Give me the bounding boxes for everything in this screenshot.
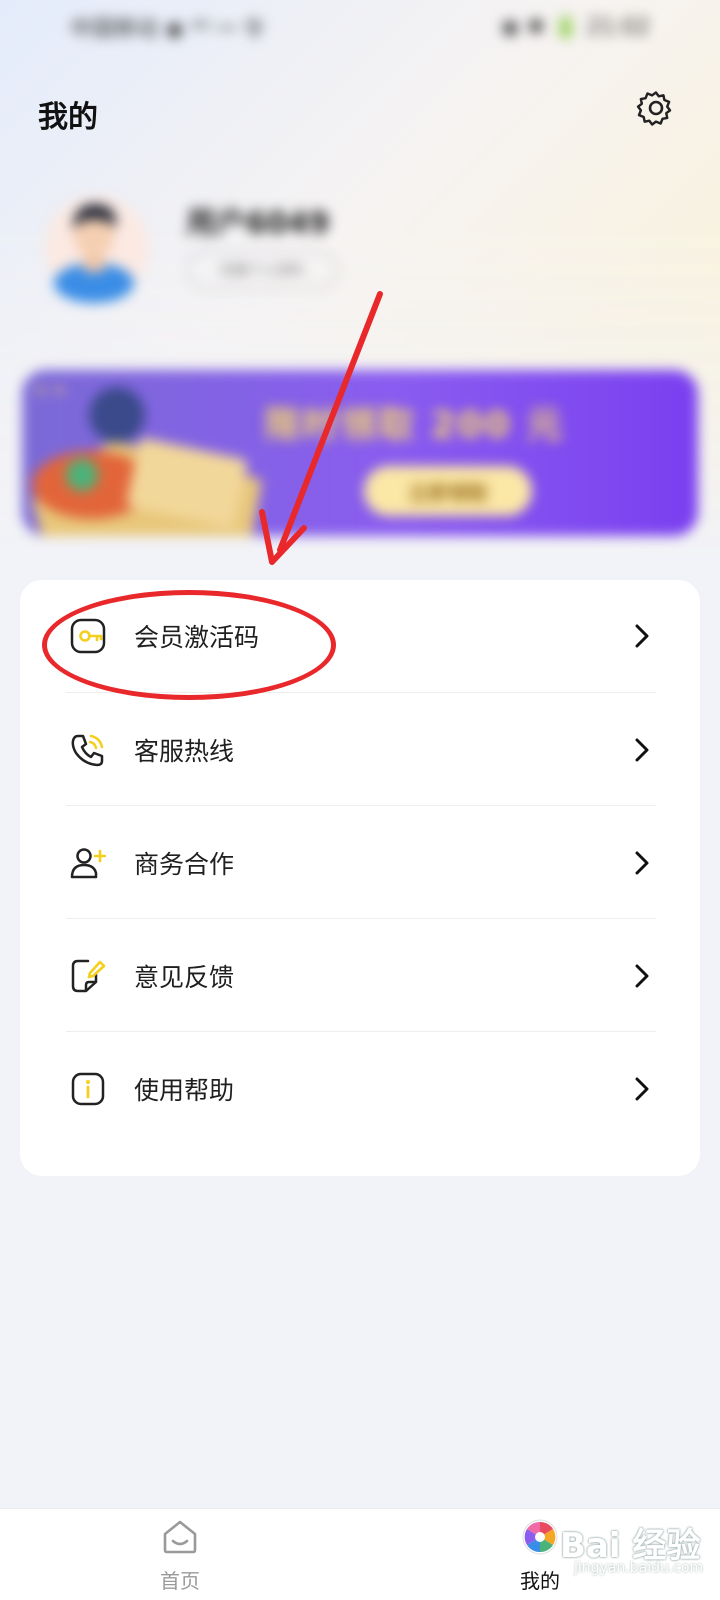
banner-title: 限时领取 200 元 — [264, 405, 565, 446]
tab-home[interactable]: 首页 — [120, 1517, 240, 1597]
chevron-right-icon — [632, 962, 652, 990]
banner-illustration: ✦ ✦ — [32, 381, 262, 536]
add-user-icon — [70, 845, 107, 881]
settings-button[interactable] — [636, 88, 676, 128]
status-carrier: 中国移动 ◉ ⁴ᴳ ꟷ 令 — [70, 17, 265, 42]
tab-label-home: 首页 — [160, 1569, 200, 1593]
phone-icon — [70, 732, 106, 768]
menu-item-help[interactable]: 使用帮助 — [20, 1031, 700, 1146]
menu-item-hotline[interactable]: 客服热线 — [20, 692, 700, 807]
edit-profile-pill[interactable]: 完善个人资料 — [186, 250, 338, 290]
avatar-illustration — [45, 196, 149, 303]
banner-claim-button[interactable]: 立即领取 — [364, 466, 532, 516]
promo-banner[interactable]: ✦ ✦ — [22, 370, 698, 536]
tab-label-mine: 我的 — [520, 1569, 560, 1593]
annotation-highlight-oval — [42, 590, 336, 700]
chevron-right-icon — [632, 736, 652, 764]
watermark-url: jingyan.baidu.com — [574, 1560, 704, 1576]
menu-item-label: 使用帮助 — [134, 1075, 235, 1105]
profile-tab-icon — [522, 1519, 558, 1555]
menu-item-label: 意见反馈 — [134, 962, 235, 992]
home-icon — [163, 1520, 197, 1554]
menu-item-label: 商务合作 — [134, 849, 235, 879]
chevron-right-icon — [632, 622, 652, 650]
menu-item-label: 客服热线 — [134, 736, 235, 766]
info-icon — [70, 1071, 106, 1107]
feedback-icon — [70, 958, 106, 994]
gear-icon — [636, 91, 672, 126]
status-right-info: ◉ ✱ 🔋 21:02 — [500, 14, 650, 40]
status-bar: 中国移动 ◉ ⁴ᴳ ꟷ 令 ◉ ✱ 🔋 21:02 — [0, 0, 720, 54]
page-title: 我的 — [38, 100, 98, 135]
avatar[interactable] — [42, 190, 152, 305]
username: 用户6049 — [186, 206, 330, 241]
menu-item-feedback[interactable]: 意见反馈 — [20, 918, 700, 1033]
chevron-right-icon — [632, 849, 652, 877]
menu-item-business[interactable]: 商务合作 — [20, 805, 700, 920]
svg-text:✦ ✦: ✦ ✦ — [34, 381, 66, 400]
chevron-right-icon — [632, 1075, 652, 1103]
